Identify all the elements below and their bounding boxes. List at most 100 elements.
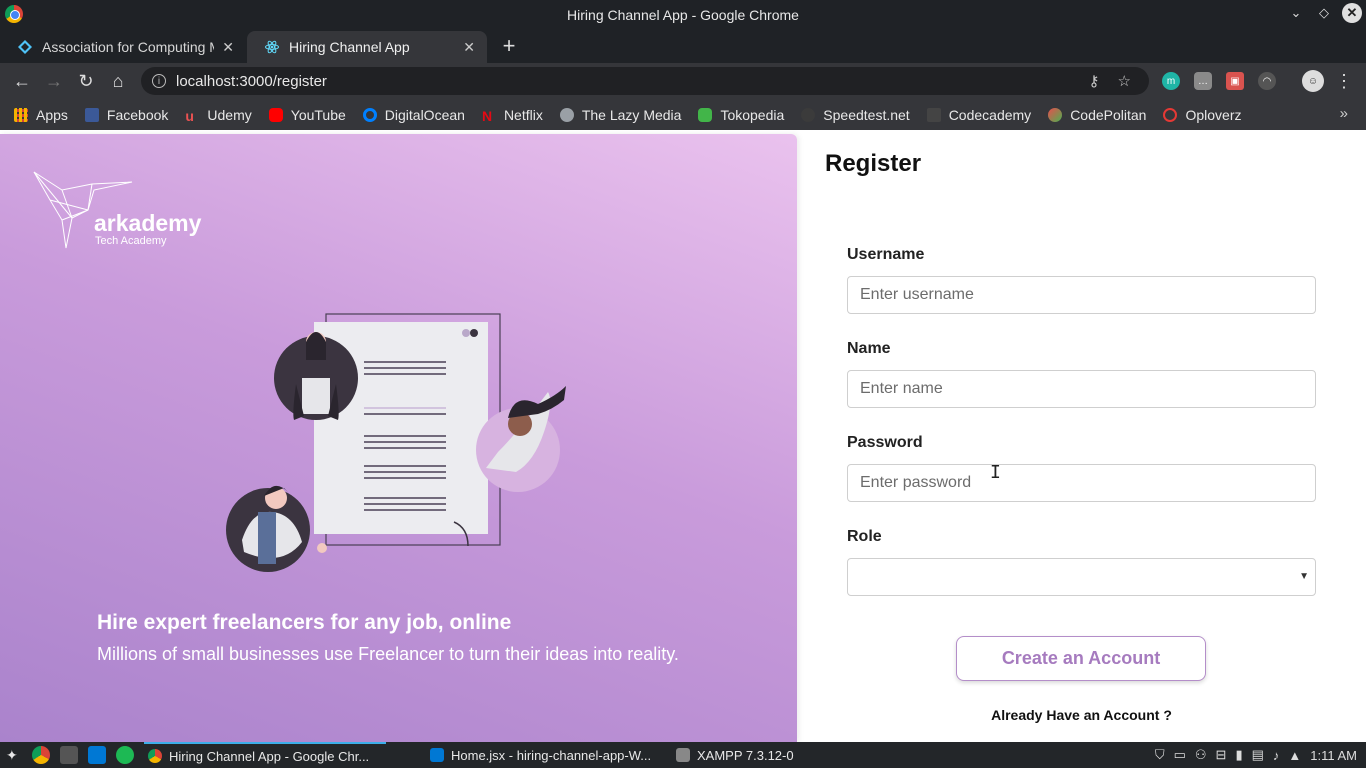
- shield-icon[interactable]: ⛉: [1155, 747, 1165, 763]
- apps-grid-icon: [14, 107, 28, 122]
- tab-close-icon[interactable]: ✕: [463, 39, 475, 56]
- profile-avatar[interactable]: ☺: [1302, 70, 1324, 92]
- username-input[interactable]: [847, 276, 1316, 314]
- reload-icon[interactable]: ↻: [74, 69, 98, 93]
- text-cursor-icon: I: [990, 462, 1001, 483]
- udemy-icon: u: [185, 107, 194, 124]
- oploverz-icon: [1163, 107, 1178, 122]
- bookmark-digitalocean[interactable]: DigitalOcean: [362, 107, 465, 123]
- key-icon[interactable]: ⚷: [1089, 72, 1100, 90]
- url-text[interactable]: localhost:3000/register: [176, 73, 1089, 90]
- bookmark-speedtest[interactable]: Speedtest.net: [801, 107, 910, 123]
- back-arrow-icon[interactable]: ←: [10, 69, 34, 93]
- password-label: Password: [847, 434, 923, 451]
- tray-expand-icon[interactable]: ▲: [1288, 748, 1301, 763]
- taskbar-item-xampp[interactable]: XAMPP 7.3.12-0: [672, 742, 912, 768]
- window-title: Hiring Channel App - Google Chrome: [567, 6, 799, 23]
- new-tab-plus-icon[interactable]: +: [497, 33, 521, 58]
- extension-arc-icon[interactable]: ◠: [1258, 72, 1276, 90]
- maximize-icon[interactable]: ◇: [1314, 3, 1334, 23]
- vscode-icon: [88, 746, 106, 764]
- speedtest-icon: [801, 107, 816, 122]
- system-taskbar: ✦ Hiring Channel App - Google Chr... Hom…: [0, 742, 1366, 768]
- taskbar-item-vscode[interactable]: Home.jsx - hiring-channel-app-W...: [426, 742, 666, 768]
- extension-chat-icon[interactable]: …: [1194, 72, 1212, 90]
- display-icon[interactable]: ▭: [1174, 747, 1186, 763]
- digitalocean-icon: [362, 107, 377, 122]
- clock[interactable]: 1:11 AM: [1310, 748, 1357, 763]
- bookmark-apps[interactable]: Apps: [14, 107, 68, 123]
- chrome-icon: [32, 746, 50, 764]
- extension-red-icon[interactable]: ▣: [1226, 72, 1244, 90]
- name-label: Name: [847, 340, 891, 357]
- codecademy-icon: [926, 107, 941, 122]
- volume-icon[interactable]: ♪: [1273, 748, 1280, 763]
- globe-icon: [559, 107, 574, 122]
- chrome-menu-icon[interactable]: ⋮: [1332, 69, 1356, 93]
- network-icon: [676, 748, 690, 762]
- terminal-launcher[interactable]: [60, 742, 85, 768]
- forward-arrow-icon[interactable]: →: [42, 69, 66, 93]
- tokopedia-icon: [698, 107, 713, 122]
- bookmark-codecademy[interactable]: Codecademy: [926, 107, 1031, 123]
- network-icon[interactable]: ⊟: [1216, 747, 1227, 763]
- codepolitan-icon: [1048, 107, 1063, 122]
- bookmark-youtube[interactable]: YouTube: [268, 107, 346, 123]
- home-icon[interactable]: ⌂: [106, 69, 130, 93]
- tab-hiring-channel[interactable]: Hiring Channel App ✕: [247, 31, 487, 63]
- hero-title: Hire expert freelancers for any job, onl…: [97, 611, 512, 634]
- user-icon[interactable]: ⚇: [1195, 747, 1207, 763]
- bookmark-netflix[interactable]: N Netflix: [481, 107, 543, 124]
- tab-title: Hiring Channel App: [289, 39, 410, 55]
- close-window-icon[interactable]: ✕: [1342, 3, 1362, 23]
- tab-strip: Association for Computing M ✕ Hiring Cha…: [0, 29, 1366, 63]
- chrome-icon: [148, 749, 162, 763]
- minimize-icon[interactable]: ⌄: [1286, 3, 1306, 23]
- spotify-launcher[interactable]: [116, 742, 141, 768]
- hero-subtitle: Millions of small businesses use Freelan…: [97, 644, 679, 664]
- logo-tagline: Tech Academy: [95, 235, 167, 247]
- tab-acm[interactable]: Association for Computing M ✕: [0, 31, 246, 63]
- chrome-logo-icon: [5, 5, 23, 23]
- youtube-icon: [268, 107, 283, 122]
- password-input[interactable]: [847, 464, 1316, 502]
- address-bar[interactable]: i localhost:3000/register ⚷ ☆: [141, 67, 1149, 95]
- vscode-launcher[interactable]: [88, 742, 113, 768]
- vscode-icon: [430, 748, 444, 762]
- logo-wordmark: arkademy: [94, 210, 202, 236]
- tab-title: Association for Computing M: [42, 39, 215, 55]
- window-titlebar: Hiring Channel App - Google Chrome ⌄ ◇ ✕: [0, 0, 1366, 29]
- acm-diamond-icon: [18, 40, 32, 54]
- site-info-icon[interactable]: i: [152, 74, 166, 88]
- clipboard-icon[interactable]: ▤: [1252, 747, 1264, 763]
- spotify-icon: [116, 746, 134, 764]
- chrome-launcher[interactable]: [32, 742, 57, 768]
- page-title: Register: [825, 150, 922, 177]
- bookmarks-overflow-icon[interactable]: »: [1340, 105, 1348, 122]
- battery-icon[interactable]: ▮: [1235, 747, 1242, 763]
- bookmark-tokopedia[interactable]: Tokopedia: [698, 107, 784, 123]
- name-input[interactable]: [847, 370, 1316, 408]
- role-label: Role: [847, 528, 882, 545]
- extension-m-icon[interactable]: m: [1162, 72, 1180, 90]
- bookmark-facebook[interactable]: Facebook: [84, 107, 168, 123]
- bookmark-oploverz[interactable]: Oploverz: [1163, 107, 1242, 123]
- netflix-icon: N: [481, 107, 493, 124]
- hero-panel: arkademy Tech Academy Hire expert freela…: [0, 134, 797, 742]
- app-launcher-icon[interactable]: ✦: [6, 742, 18, 768]
- react-logo-icon: [265, 40, 279, 54]
- create-account-button[interactable]: Create an Account: [956, 636, 1206, 681]
- tab-close-icon[interactable]: ✕: [222, 39, 234, 56]
- register-page: arkademy Tech Academy Hire expert freela…: [0, 130, 1366, 742]
- facebook-icon: [84, 107, 99, 122]
- browser-toolbar: ← → ↻ ⌂ i localhost:3000/register ⚷ ☆ m …: [0, 63, 1366, 99]
- login-link[interactable]: Already Have an Account ?: [847, 707, 1316, 723]
- select-caret-icon: ▼: [1299, 571, 1309, 582]
- bookmark-udemy[interactable]: u Udemy: [185, 107, 251, 124]
- taskbar-item-chrome[interactable]: Hiring Channel App - Google Chr...: [144, 742, 386, 768]
- username-label: Username: [847, 246, 925, 263]
- bookmark-star-icon[interactable]: ☆: [1118, 72, 1131, 90]
- bookmark-the-lazy-media[interactable]: The Lazy Media: [559, 107, 681, 123]
- role-select[interactable]: ▼: [847, 558, 1316, 596]
- bookmark-codepolitan[interactable]: CodePolitan: [1048, 107, 1146, 123]
